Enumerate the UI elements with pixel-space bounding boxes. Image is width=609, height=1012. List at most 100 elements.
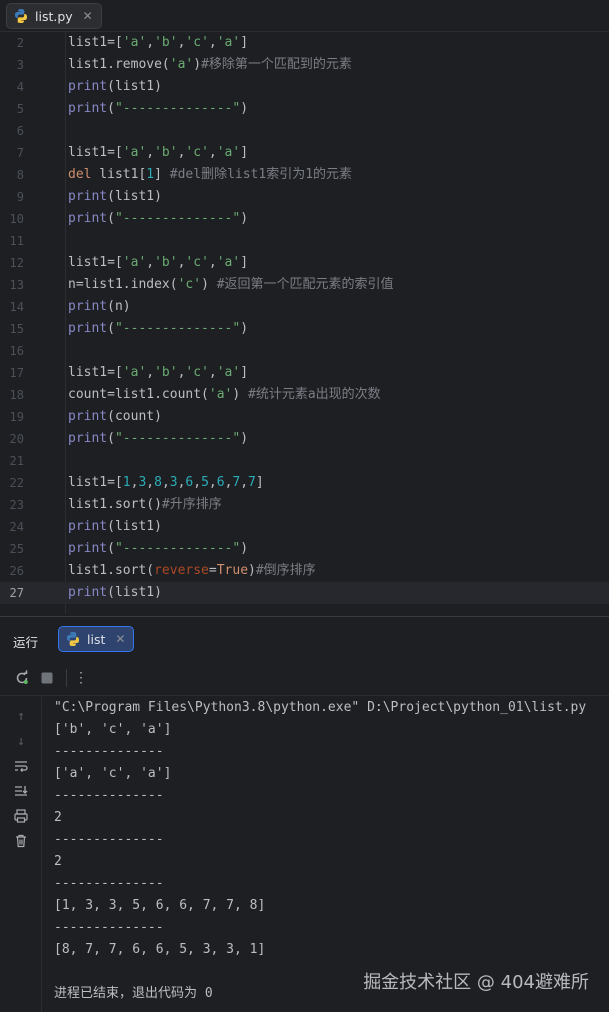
- code-token: reverse: [154, 563, 209, 578]
- code-line[interactable]: 15 print("--------------"): [0, 318, 609, 340]
- code-line[interactable]: 22 list1=[1,3,8,3,6,5,6,7,7]: [0, 472, 609, 494]
- line-number: 19: [9, 410, 24, 424]
- code-token: ]: [240, 255, 249, 270]
- line-number: 11: [9, 234, 24, 248]
- code-line[interactable]: 18 count=list1.count('a') #统计元素a出现的次数: [0, 384, 609, 406]
- code-token: ): [201, 277, 217, 292]
- file-tab-label: list.py: [35, 8, 73, 24]
- code-line[interactable]: 16: [0, 340, 609, 362]
- code-line[interactable]: 26 list1.sort(reverse=True)#倒序排序: [0, 560, 609, 582]
- code-token: 1: [122, 475, 131, 490]
- code-token: (: [107, 101, 115, 116]
- code-token: print: [68, 101, 108, 116]
- code-line[interactable]: 24 print(list1): [0, 516, 609, 538]
- line-number: 5: [16, 102, 24, 116]
- code-line[interactable]: 27 print(list1): [0, 582, 609, 604]
- code-token: (count): [107, 409, 162, 424]
- code-token: 'a': [216, 255, 241, 270]
- code-line[interactable]: 11: [0, 230, 609, 252]
- code-text: print("--------------"): [68, 318, 248, 340]
- code-line[interactable]: 7 list1=['a','b','c','a']: [0, 142, 609, 164]
- line-number: 14: [9, 300, 24, 314]
- code-line[interactable]: 20 print("--------------"): [0, 428, 609, 450]
- code-line[interactable]: 23 list1.sort()#升序排序: [0, 494, 609, 516]
- code-text: print("--------------"): [68, 208, 248, 230]
- code-text: list1=['a','b','c','a']: [68, 362, 248, 384]
- code-text: list1.sort()#升序排序: [68, 494, 222, 516]
- code-token: 'b': [154, 35, 178, 50]
- python-file-icon: [67, 632, 79, 646]
- rerun-icon[interactable]: [13, 669, 31, 687]
- arrow-up-icon[interactable]: ↑: [12, 707, 30, 725]
- code-line[interactable]: 6: [0, 120, 609, 142]
- console-side-toolbar: ↑ ↓: [0, 697, 42, 1012]
- code-line[interactable]: 2 list1=['a','b','c','a']: [0, 32, 609, 54]
- code-line[interactable]: 17 list1=['a','b','c','a']: [0, 362, 609, 384]
- stop-icon[interactable]: [38, 669, 56, 687]
- console-line: [1, 3, 3, 5, 6, 6, 7, 7, 8]: [54, 898, 266, 913]
- line-number: 2: [16, 36, 24, 50]
- code-token: (n): [107, 299, 131, 314]
- code-token: 'c': [185, 365, 209, 380]
- line-number: 26: [9, 564, 24, 578]
- code-line[interactable]: 12 list1=['a','b','c','a']: [0, 252, 609, 274]
- code-line[interactable]: 19 print(count): [0, 406, 609, 428]
- line-number: 23: [9, 498, 24, 512]
- scroll-to-end-icon[interactable]: [12, 782, 30, 800]
- console-line: ['a', 'c', 'a']: [54, 766, 172, 781]
- arrow-down-icon[interactable]: ↓: [12, 732, 30, 750]
- code-text: list1=[1,3,8,3,6,5,6,7,7]: [68, 472, 264, 494]
- code-token: list1=[: [68, 365, 123, 380]
- code-token: #升序排序: [161, 497, 222, 512]
- line-number: 17: [9, 366, 24, 380]
- code-line[interactable]: 14 print(n): [0, 296, 609, 318]
- code-line[interactable]: 3 list1.remove('a')#移除第一个匹配到的元素: [0, 54, 609, 76]
- code-token: list1=[: [68, 35, 123, 50]
- close-icon[interactable]: ✕: [115, 632, 125, 646]
- run-toolbar: ⋮: [0, 660, 609, 696]
- code-line[interactable]: 8 del list1[1] #del删除list1索引为1的元素: [0, 164, 609, 186]
- run-tab-list[interactable]: list ✕: [58, 626, 135, 652]
- code-token: print: [68, 541, 108, 556]
- code-token: ): [240, 211, 249, 226]
- code-token: print: [68, 409, 108, 424]
- code-line[interactable]: 4 print(list1): [0, 76, 609, 98]
- code-token: "--------------": [114, 211, 241, 226]
- code-token: ,: [146, 255, 155, 270]
- soft-wrap-icon[interactable]: [12, 757, 30, 775]
- code-token: 'a': [169, 57, 194, 72]
- code-text: print(n): [68, 296, 131, 318]
- console-output[interactable]: "C:\Program Files\Python3.8\python.exe" …: [54, 697, 609, 1012]
- code-token: ,: [208, 35, 217, 50]
- trash-icon[interactable]: [12, 832, 30, 850]
- code-text: list1=['a','b','c','a']: [68, 252, 248, 274]
- code-line[interactable]: 9 print(list1): [0, 186, 609, 208]
- code-token: 'a': [208, 387, 233, 402]
- code-text: count=list1.count('a') #统计元素a出现的次数: [68, 384, 381, 406]
- code-token: ,: [240, 475, 249, 490]
- print-icon[interactable]: [12, 807, 30, 825]
- file-tab-list-py[interactable]: list.py ✕: [6, 3, 102, 29]
- code-line[interactable]: 25 print("--------------"): [0, 538, 609, 560]
- code-token: count=list1.count(: [68, 387, 209, 402]
- code-line[interactable]: 21: [0, 450, 609, 472]
- code-line[interactable]: 5 print("--------------"): [0, 98, 609, 120]
- code-token: #倒序排序: [255, 563, 316, 578]
- code-line[interactable]: 13 n=list1.index('c') #返回第一个匹配元素的索引值: [0, 274, 609, 296]
- code-token: #移除第一个匹配到的元素: [201, 57, 352, 72]
- more-options-icon[interactable]: ⋮: [72, 669, 90, 687]
- console-line: --------------: [54, 788, 164, 803]
- code-token: ,: [161, 475, 170, 490]
- close-icon[interactable]: ✕: [83, 9, 93, 23]
- code-token: "--------------": [114, 431, 241, 446]
- code-token: ,: [146, 145, 155, 160]
- line-number: 3: [16, 58, 24, 72]
- code-token: ]: [255, 475, 264, 490]
- code-token: ]: [240, 365, 249, 380]
- code-line[interactable]: 10 print("--------------"): [0, 208, 609, 230]
- console-line: ['b', 'c', 'a']: [54, 722, 172, 737]
- code-token: 'a': [122, 145, 147, 160]
- code-token: print: [68, 79, 108, 94]
- code-editor[interactable]: 2 list1=['a','b','c','a'] 3 list1.remove('a…: [0, 32, 609, 614]
- code-token: 'c': [185, 255, 209, 270]
